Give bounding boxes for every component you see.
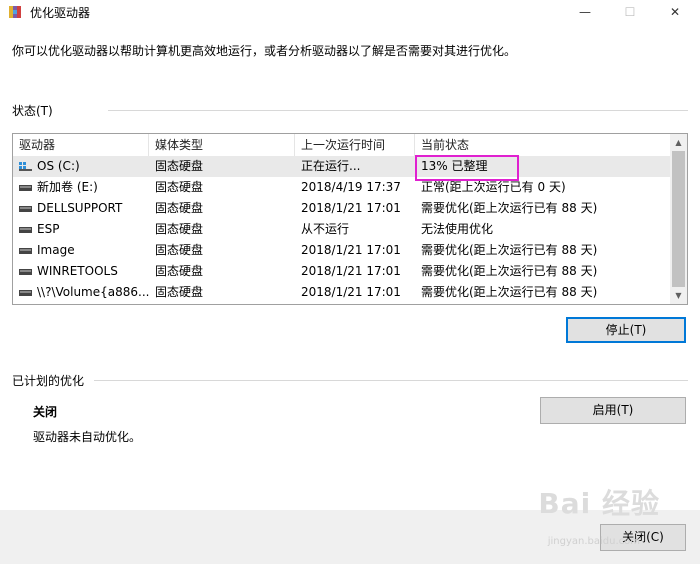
column-header-last-run[interactable]: 上一次运行时间 [295, 134, 415, 156]
last-run: 从不运行 [301, 222, 350, 236]
scroll-down-icon[interactable]: ▼ [670, 287, 687, 304]
drive-name: ESP [37, 222, 60, 236]
media-type: 固态硬盘 [155, 159, 204, 173]
column-header-current-status[interactable]: 当前状态 [415, 134, 670, 156]
drive-name: 新加卷 (E:) [37, 180, 98, 194]
media-type: 固态硬盘 [155, 201, 204, 215]
schedule-state: 关闭 [33, 405, 58, 419]
drive-name: Image [37, 243, 75, 257]
list-header: 驱动器 媒体类型 上一次运行时间 当前状态 [13, 134, 670, 156]
media-type: 固态硬盘 [155, 222, 204, 236]
title-bar: 优化驱动器 — ☐ ✕ [0, 0, 700, 24]
vertical-scrollbar[interactable]: ▲ ▼ [670, 134, 687, 304]
column-header-media-type[interactable]: 媒体类型 [149, 134, 295, 156]
table-row[interactable]: WINRETOOLS 固态硬盘 2018/1/21 17:01 需要优化(距上次… [13, 261, 670, 282]
baidu-watermark-url: jingyan.baidu.com [547, 536, 640, 547]
schedule-detail: 驱动器未自动优化。 [33, 430, 142, 444]
column-header-drive[interactable]: 驱动器 [13, 134, 149, 156]
media-type: 固态硬盘 [155, 264, 204, 278]
table-row[interactable]: DELLSUPPORT 固态硬盘 2018/1/21 17:01 需要优化(距上… [13, 198, 670, 219]
scroll-thumb[interactable] [672, 151, 685, 287]
drive-name: WINRETOOLS [37, 264, 118, 278]
table-row[interactable]: ESP 固态硬盘 从不运行 无法使用优化 [13, 219, 670, 240]
last-run: 2018/1/21 17:01 [301, 243, 401, 257]
current-status: 无法使用优化 [421, 222, 494, 236]
current-status: 需要优化(距上次运行已有 88 天) [421, 243, 598, 257]
table-row[interactable]: 新加卷 (E:) 固态硬盘 2018/4/19 17:37 正常(距上次运行已有… [13, 177, 670, 198]
drive-name: DELLSUPPORT [37, 201, 123, 215]
last-run: 2018/1/21 17:01 [301, 285, 401, 299]
current-status: 需要优化(距上次运行已有 88 天) [421, 285, 598, 299]
media-type: 固态硬盘 [155, 180, 204, 194]
current-status: 需要优化(距上次运行已有 88 天) [421, 201, 598, 215]
status-highlight-annotation [415, 155, 519, 181]
last-run: 2018/1/21 17:01 [301, 201, 401, 215]
defrag-app-icon [9, 6, 21, 18]
media-type: 固态硬盘 [155, 243, 204, 257]
close-window-button[interactable]: ✕ [660, 2, 690, 22]
description-text: 你可以优化驱动器以帮助计算机更高效地运行，或者分析驱动器以了解是否需要对其进行优… [12, 44, 517, 58]
window-title: 优化驱动器 [30, 6, 91, 20]
last-run: 正在运行... [301, 159, 361, 173]
table-row[interactable]: Image 固态硬盘 2018/1/21 17:01 需要优化(距上次运行已有 … [13, 240, 670, 261]
table-row[interactable]: \\?\Volume{a886... 固态硬盘 2018/1/21 17:01 … [13, 282, 670, 303]
stop-button[interactable]: 停止(T) [566, 317, 686, 343]
enable-button[interactable]: 启用(T) [540, 397, 686, 424]
drive-name: \\?\Volume{a886... [37, 285, 149, 299]
last-run: 2018/1/21 17:01 [301, 264, 401, 278]
minimize-button[interactable]: — [570, 2, 600, 22]
last-run: 2018/4/19 17:37 [301, 180, 401, 194]
maximize-button[interactable]: ☐ [615, 2, 645, 22]
scheduled-section-label: 已计划的优化 [12, 374, 85, 388]
media-type: 固态硬盘 [155, 285, 204, 299]
status-divider [108, 110, 688, 111]
table-row[interactable]: OS (C:) 固态硬盘 正在运行... 13% 已整理 [13, 156, 670, 177]
scheduled-divider [94, 380, 688, 381]
drive-name: OS (C:) [37, 159, 80, 173]
status-section-label: 状态(T) [12, 104, 53, 118]
scroll-up-icon[interactable]: ▲ [670, 134, 687, 151]
current-status: 需要优化(距上次运行已有 88 天) [421, 264, 598, 278]
drives-list[interactable]: 驱动器 媒体类型 上一次运行时间 当前状态 OS (C:) 固态硬盘 正在运行.… [12, 133, 688, 305]
baidu-watermark: Bai 经验 [538, 487, 660, 520]
